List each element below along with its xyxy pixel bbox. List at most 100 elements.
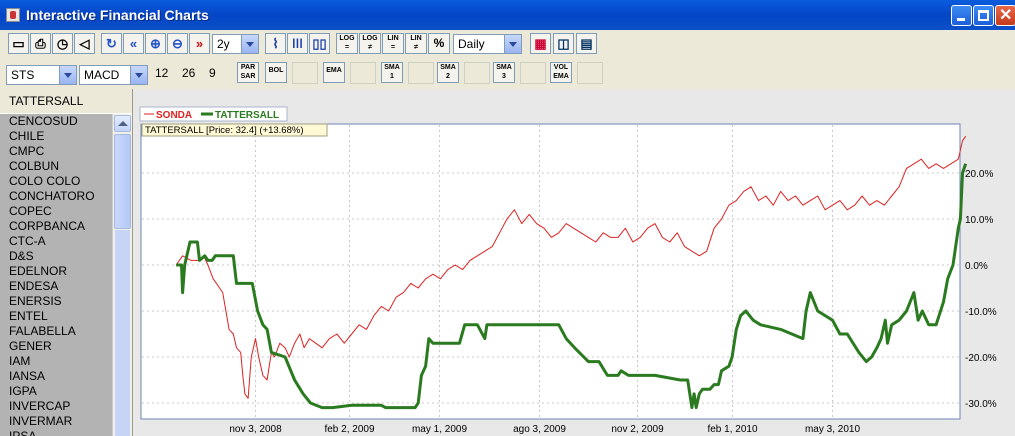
list-item[interactable]: ENERSIS — [0, 294, 112, 309]
list-item[interactable]: INVERMAR — [0, 414, 112, 429]
fast-forward-button[interactable]: » — [189, 33, 210, 54]
button-label: VOL — [553, 64, 569, 71]
plot-area — [140, 123, 961, 420]
print-button[interactable]: ⎙ — [30, 33, 51, 54]
list-item[interactable]: EDELNOR — [0, 264, 112, 279]
list-item[interactable]: CTC-A — [0, 234, 112, 249]
close-button[interactable]: ✕ — [995, 5, 1015, 26]
symbol-sidebar: TATTERSALL CENCOSUD CHILE CMPC COLBUN COLO C… — [0, 89, 133, 436]
percent-button[interactable]: % — [428, 33, 450, 54]
indicator1-select[interactable]: STS — [6, 65, 77, 85]
zoom-in-icon: ⊕ — [150, 36, 161, 51]
bol-button[interactable]: BOL — [265, 62, 287, 83]
list-item[interactable]: INVERCAP — [0, 399, 112, 414]
list-item[interactable]: ENTEL — [0, 309, 112, 324]
indicator1-value: STS — [11, 68, 35, 82]
ema-button[interactable]: EMA — [323, 62, 345, 83]
period-select[interactable]: 2y — [212, 34, 259, 54]
color-palette-button[interactable]: ▦ — [530, 33, 551, 54]
log-unequal-button[interactable]: LOG ≠ — [359, 33, 381, 54]
y-tick-label: 10.0% — [965, 215, 993, 226]
list-item[interactable]: CORPBANCA — [0, 219, 112, 234]
bar-chart-icon: ǀǀǀ — [292, 36, 303, 51]
macd-signal-param[interactable]: 9 — [209, 66, 216, 80]
main-toolbar: ▭ ⎙ ◷ ◁ ↻ « ⊕ ⊖ » 2y ⌇ ǀǀǀ ▯▯ LOG = LOG ≠ … — [0, 30, 1015, 58]
sma3-param-box[interactable] — [520, 62, 546, 84]
list-item[interactable]: GENER — [0, 339, 112, 354]
list-item[interactable]: CONCHATORO — [0, 189, 112, 204]
list-item[interactable]: CENCOSUD — [0, 114, 112, 129]
sma-button-2[interactable]: SMA 2 — [437, 62, 459, 83]
vol-ema-button[interactable]: VOL EMA — [550, 62, 572, 83]
sma2-param-box[interactable] — [464, 62, 490, 84]
log-equal-button[interactable]: LOG = — [336, 33, 358, 54]
timer-button[interactable]: ◷ — [52, 33, 73, 54]
ema-param-box[interactable] — [350, 62, 376, 84]
chevron-down-icon — [130, 66, 147, 84]
chart-panel: 20.0% 10.0% 0.0% -10.0% -20.0% -30.0% nov 3, 2… — [134, 89, 1015, 436]
zoom-in-button[interactable]: ⊕ — [145, 33, 166, 54]
list-item[interactable]: ENDESA — [0, 279, 112, 294]
data-table-button[interactable]: ▤ — [576, 33, 597, 54]
price-tooltip: TATTERSALL [Price: 32.4] (+13.68%) — [145, 125, 304, 136]
sma-button-3[interactable]: SMA 3 — [493, 62, 515, 83]
selected-symbol: TATTERSALL — [9, 94, 84, 108]
y-tick-label: 0.0% — [965, 261, 988, 272]
print-screen-button[interactable]: ▭ — [8, 33, 29, 54]
par-sar-button[interactable]: PAR SAR — [237, 62, 259, 83]
list-item[interactable]: COPEC — [0, 204, 112, 219]
list-item[interactable]: COLO COLO — [0, 174, 112, 189]
scale-label: LOG — [362, 35, 378, 42]
rewind-button[interactable]: « — [123, 33, 144, 54]
button-sub-label: EMA — [553, 73, 569, 80]
sma1-param-box[interactable] — [408, 62, 434, 84]
bol-param-box[interactable] — [292, 62, 318, 84]
list-item[interactable]: FALABELLA — [0, 324, 112, 339]
price-chart[interactable]: 20.0% 10.0% 0.0% -10.0% -20.0% -30.0% nov 3, 2… — [134, 89, 1015, 436]
selected-symbol-header: TATTERSALL — [0, 89, 132, 113]
period-value: 2y — [217, 37, 230, 51]
y-tick-label: -10.0% — [965, 307, 997, 318]
list-item[interactable]: D&S — [0, 249, 112, 264]
scrollbar-track[interactable] — [115, 230, 130, 436]
minimize-icon — [957, 18, 965, 21]
symbol-list-scrollbar[interactable] — [112, 114, 132, 436]
zoom-out-button[interactable]: ⊖ — [167, 33, 188, 54]
scale-sub-label: ≠ — [414, 44, 418, 51]
scroll-up-button[interactable] — [114, 115, 131, 132]
close-icon: ✕ — [999, 7, 1013, 24]
scale-label: % — [433, 36, 445, 50]
line-chart-icon: ⌇ — [272, 36, 279, 51]
fast-forward-icon: » — [195, 36, 204, 51]
interval-select[interactable]: Daily — [453, 34, 522, 54]
sound-button[interactable]: ◁ — [74, 33, 95, 54]
x-tick-label: may 1, 2009 — [412, 424, 467, 435]
scrollbar-thumb[interactable] — [114, 134, 131, 229]
list-item[interactable]: CHILE — [0, 129, 112, 144]
x-tick-label: feb 2, 2009 — [324, 424, 374, 435]
indicator2-select[interactable]: MACD — [79, 65, 148, 85]
refresh-button[interactable]: ↻ — [101, 33, 122, 54]
list-item[interactable]: IPSA — [0, 429, 112, 436]
line-chart-button[interactable]: ⌇ — [265, 33, 286, 54]
lin-equal-button[interactable]: LIN = — [382, 33, 404, 54]
list-item[interactable]: COLBUN — [0, 159, 112, 174]
list-item[interactable]: IAM — [0, 354, 112, 369]
macd-fast-param[interactable]: 12 — [155, 66, 168, 80]
list-item[interactable]: IANSA — [0, 369, 112, 384]
list-item[interactable]: CMPC — [0, 144, 112, 159]
print-icon: ⎙ — [35, 36, 46, 51]
macd-slow-param[interactable]: 26 — [182, 66, 195, 80]
window-title: Interactive Financial Charts — [26, 7, 209, 23]
lin-unequal-button[interactable]: LIN ≠ — [405, 33, 427, 54]
button-label: PAR — [240, 64, 256, 71]
symbol-list[interactable]: CENCOSUD CHILE CMPC COLBUN COLO COLO CONCHATO… — [0, 114, 112, 436]
sma-button-1[interactable]: SMA 1 — [381, 62, 403, 83]
chart-window-button[interactable]: ◫ — [553, 33, 574, 54]
vol-ema-param-box[interactable] — [577, 62, 603, 84]
minimize-button[interactable] — [951, 5, 972, 26]
candlestick-button[interactable]: ▯▯ — [309, 33, 330, 54]
list-item[interactable]: IGPA — [0, 384, 112, 399]
bar-chart-button[interactable]: ǀǀǀ — [287, 33, 308, 54]
maximize-button[interactable] — [973, 5, 994, 26]
